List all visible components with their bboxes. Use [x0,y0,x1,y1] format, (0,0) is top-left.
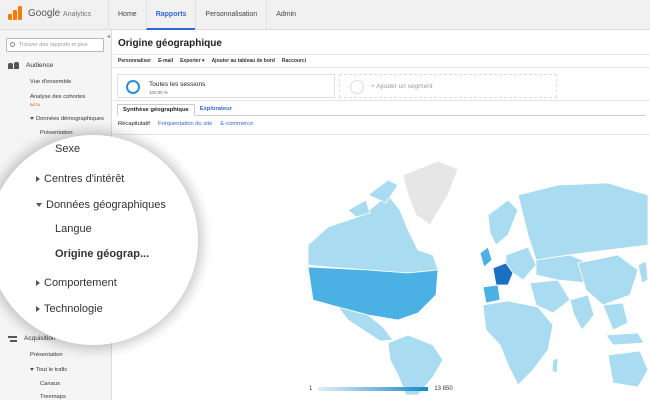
expand-arrow-icon [30,367,34,371]
sidebar-item-analyse-cohortes[interactable]: Analyse des cohortes BETA [30,94,90,109]
legend-gradient [318,387,429,391]
logo-text: Google [28,7,61,19]
segment-all-sessions[interactable]: Toutes les sessions 100,00 % [117,74,335,98]
map-scandinavia [487,199,519,246]
legend-min: 1 [309,386,313,392]
mag-item-comportement[interactable]: Comportement [36,277,117,289]
mag-item-origine[interactable]: Origine géograp... [55,248,149,260]
search-icon [10,42,15,47]
nav-personnalisation[interactable]: Personnalisation [195,0,266,30]
add-segment-button[interactable]: + Ajouter un segment [339,74,557,98]
map-se-asia [602,302,629,331]
mag-item-langue[interactable]: Langue [55,223,92,235]
page-title: Origine géographique [118,38,222,49]
acquisition-icon [8,334,18,343]
nav-admin[interactable]: Admin [266,0,305,30]
nav-home[interactable]: Home [108,0,146,30]
sidebar-item-treemaps[interactable]: Treemaps [40,394,66,400]
map-usa [308,266,439,321]
collapse-sidebar-icon[interactable]: ◂ [107,33,110,40]
tab-synthese-geo[interactable]: Synthèse géographique [117,104,195,116]
sidebar-item-donnees-demo[interactable]: Données démographiques [30,116,104,122]
mag-comportement-label: Comportement [44,277,117,289]
legend-max: 13 850 [434,386,453,392]
main-nav: Home Rapports Personnalisation Admin [108,0,305,30]
world-map[interactable] [308,155,648,395]
mag-centres-label: Centres d'intérêt [44,173,125,185]
sidebar-search-input[interactable]: Trouver des rapports et plus [6,38,104,52]
map-indonesia [605,332,645,346]
analytics-logo-icon [8,6,24,20]
expand-arrow-icon [30,116,34,120]
collapse-arrow-icon [36,203,42,208]
sidebar-item-canaux[interactable]: Canaux [40,381,60,387]
mag-item-centres[interactable]: Centres d'intérêt [36,173,124,185]
sidebar-item-vue-ensemble[interactable]: Vue d'ensemble [30,79,71,85]
map-australia [607,350,648,388]
nav-rapports[interactable]: Rapports [145,0,196,30]
map-madagascar [551,357,559,374]
tab-explorateur[interactable]: Explorateur [195,104,237,115]
raccourci-button[interactable]: Raccourci [282,58,306,64]
map-legend: 1 13 850 [309,386,453,392]
top-bar: Google Analytics Home Rapports Personnal… [0,0,650,30]
sidebar-section-audience[interactable]: Audience [8,61,53,69]
mag-item-sexe[interactable]: Sexe [55,143,80,155]
search-placeholder: Trouver des rapports et plus [19,42,88,48]
mag-item-geo[interactable]: Données géographiques [36,199,166,211]
map-uk [479,246,493,268]
segment-name: Toutes les sessions [149,81,206,88]
metric-subtabs: Récapitulatif Fréquentation du site E-co… [118,121,253,127]
personnaliser-button[interactable]: Personnaliser [118,58,151,64]
map-iberia [482,284,501,304]
divider [113,134,650,135]
sidebar-item-presentation[interactable]: Présentation [40,130,73,136]
mag-geo-label: Données géographiques [46,199,166,211]
audience-icon [8,61,20,69]
report-toolbar: Personnaliser E-mail Exporter ▾ Ajouter … [113,54,650,68]
add-segment-label: + Ajouter un segment [371,83,433,90]
subtab-ecommerce[interactable]: E-commerce [220,121,253,127]
empty-segment-icon [350,80,364,94]
sidebar-audience-label: Audience [26,61,54,69]
google-analytics-logo[interactable]: Google Analytics [8,6,91,20]
map-japan [637,260,648,284]
segment-percent: 100,00 % [149,90,169,95]
map-greenland [402,160,459,226]
sidebar-item-tout-trafic[interactable]: Tout le trafic [30,367,67,373]
sidebar-item-acq-presentation[interactable]: Présentation [30,352,63,358]
map-africa [482,300,554,386]
tout-trafic-label: Tout le trafic [36,367,68,373]
exporter-button[interactable]: Exporter ▾ [180,58,204,64]
map-russia [517,182,648,261]
analytics-window: Google Analytics Home Rapports Personnal… [0,0,650,400]
add-dashboard-button[interactable]: Ajouter au tableau de bord [212,58,275,64]
expand-arrow-icon [36,176,40,183]
mag-item-technologie[interactable]: Technologie [36,303,103,315]
map-india [569,294,595,331]
donnees-demo-label: Données démographiques [36,116,105,122]
email-button[interactable]: E-mail [158,58,173,64]
cohortes-label: Analyse des cohortes [30,94,86,100]
beta-badge: BETA [30,102,41,107]
subtab-recapitulatif[interactable]: Récapitulatif [118,121,150,127]
logo-subtext: Analytics [63,10,92,18]
segment-bar: Toutes les sessions 100,00 % + Ajouter u… [113,71,650,101]
subtab-frequentation[interactable]: Fréquentation du site [158,121,212,127]
expand-arrow-icon [36,280,40,287]
report-tabs: Synthèse géographique Explorateur [117,104,646,116]
segment-ring-icon [126,80,140,94]
expand-arrow-icon [36,306,40,313]
mag-technologie-label: Technologie [44,303,103,315]
